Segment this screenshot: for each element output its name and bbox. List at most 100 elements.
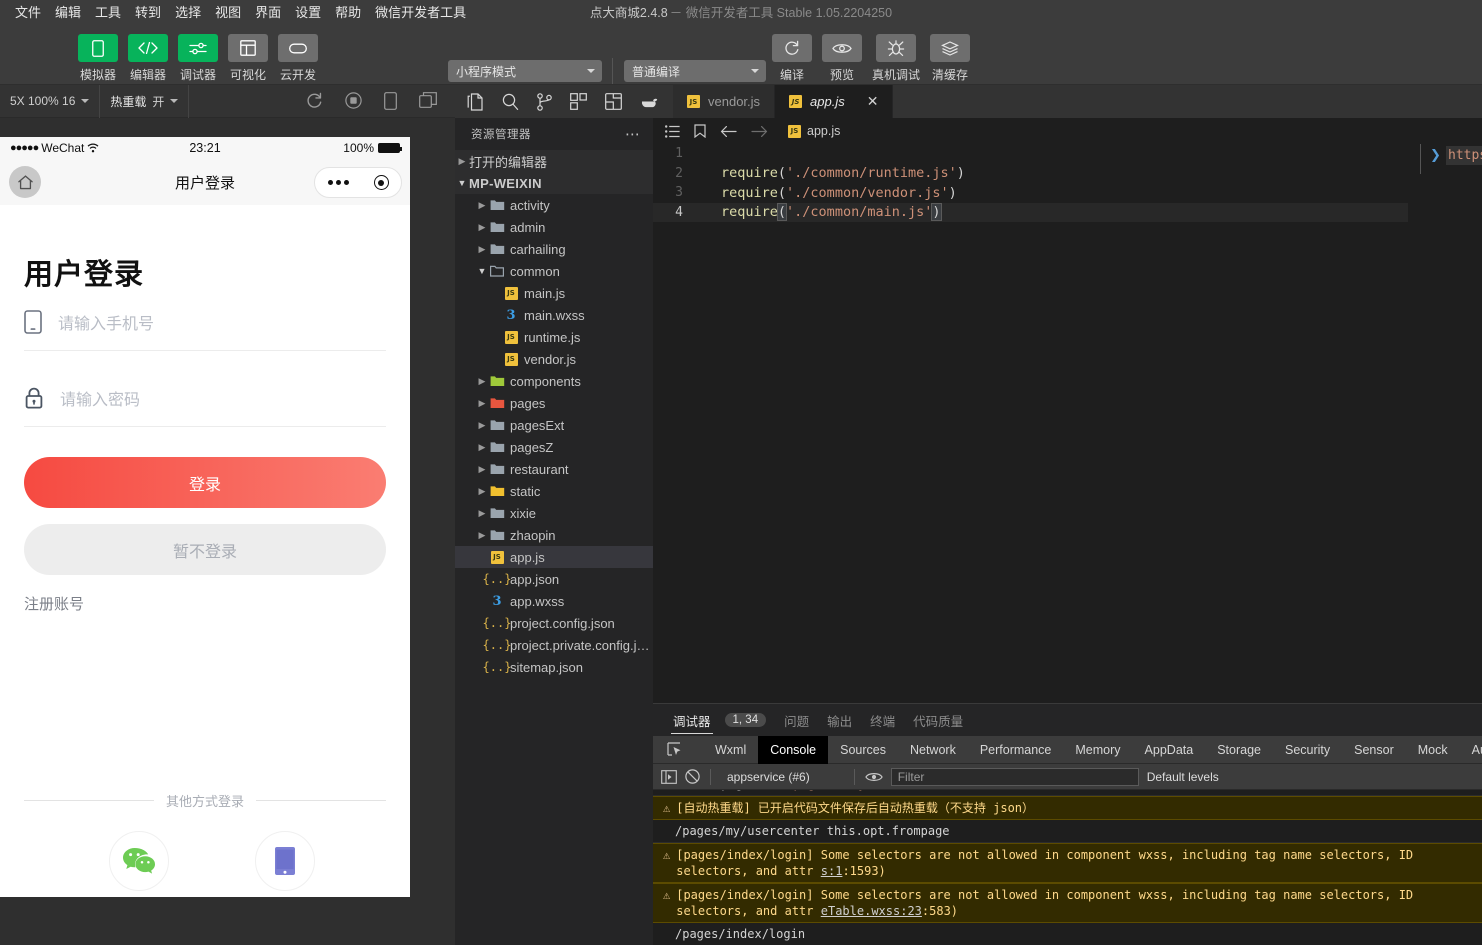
record-icon[interactable]	[345, 92, 362, 110]
console-context-select[interactable]: appservice (#6)	[721, 770, 844, 784]
toolbar-button-preview[interactable]: 预览	[822, 34, 862, 83]
tree-file[interactable]: 3 main.wxss	[455, 304, 653, 326]
compile-select[interactable]: 普通编译	[624, 60, 766, 82]
tree-file[interactable]: JS vendor.js	[455, 348, 653, 370]
menu-item-file[interactable]: 文件	[8, 0, 48, 23]
chevron-right-icon[interactable]: ▶	[475, 200, 489, 211]
code-lines[interactable]: 1 2 require('./common/runtime.js') 3 require…	[653, 144, 1482, 222]
code-line[interactable]: 2 require('./common/runtime.js')	[653, 164, 1482, 184]
tree-folder[interactable]: ▶ restaurant	[455, 458, 653, 480]
tree-folder[interactable]: ▶ carhailing	[455, 238, 653, 260]
console-message-log[interactable]: /pages/index/login	[653, 923, 1482, 945]
expand-arrow-icon[interactable]: ▶	[673, 790, 680, 792]
refresh-icon[interactable]	[306, 92, 323, 110]
console-sidebar-icon[interactable]	[661, 769, 677, 784]
toolbar-button-realdevice[interactable]: 真机调试	[872, 34, 920, 83]
console-message-warn[interactable]: ⚠ [自动热重载] 已开启代码文件保存后自动热重载（不支持 json）	[653, 796, 1482, 820]
outline-icon[interactable]	[665, 124, 680, 138]
tree-file[interactable]: JS app.js	[455, 546, 653, 568]
tree-folder[interactable]: ▶ zhaopin	[455, 524, 653, 546]
source-control-icon[interactable]	[537, 92, 552, 111]
close-target-icon[interactable]	[373, 175, 389, 190]
log-level-select[interactable]: Default levels	[1147, 770, 1224, 784]
devtools-tab-appdata[interactable]: AppData	[1133, 736, 1206, 764]
panel-tab-code-quality[interactable]: 代码质量	[907, 704, 969, 736]
back-arrow-icon[interactable]	[720, 125, 737, 138]
chevron-right-icon[interactable]: ▶	[475, 464, 489, 475]
explorer-root[interactable]: ▼ MP-WEIXIN	[455, 172, 653, 194]
clear-console-icon[interactable]	[685, 769, 700, 784]
split-window-icon[interactable]	[419, 92, 437, 110]
inspect-element-icon[interactable]	[661, 742, 687, 757]
eye-icon[interactable]	[864, 771, 883, 783]
code-editor[interactable]: JS app.js 1 2 require('./common/runtime.js…	[653, 118, 1482, 703]
menu-item-settings[interactable]: 设置	[288, 0, 328, 23]
toolbar-button-compile[interactable]: 编译	[772, 34, 812, 83]
tree-folder[interactable]: ▶ components	[455, 370, 653, 392]
more-icon[interactable]: ⋯	[625, 125, 641, 143]
chevron-right-icon[interactable]: ▶	[475, 508, 489, 519]
files-icon[interactable]	[467, 92, 484, 111]
tree-folder[interactable]: ▶ pagesExt	[455, 414, 653, 436]
tree-folder[interactable]: ▶ static	[455, 480, 653, 502]
tree-file[interactable]: {..} app.json	[455, 568, 653, 590]
devtools-tab-console[interactable]: Console	[758, 735, 829, 764]
toolbar-button-editor[interactable]: 编辑器	[128, 34, 168, 83]
skip-login-button[interactable]: 暂不登录	[24, 524, 386, 575]
chevron-right-icon[interactable]: ▶	[475, 244, 489, 255]
console-filter-input[interactable]: Filter	[890, 767, 1139, 786]
close-icon[interactable]: ✕	[867, 93, 879, 110]
chevron-down-icon[interactable]: ▼	[475, 266, 489, 276]
tree-file[interactable]: JS runtime.js	[455, 326, 653, 348]
phone-login-option[interactable]: 手机号登录	[252, 831, 318, 897]
toolbar-button-visualize[interactable]: 可视化	[228, 34, 268, 83]
devtools-tab-security[interactable]: Security	[1273, 736, 1342, 764]
register-link[interactable]: 注册账号	[24, 593, 386, 614]
menu-item-tools[interactable]: 工具	[88, 0, 128, 23]
tree-file[interactable]: {..} sitemap.json	[455, 656, 653, 678]
minimap[interactable]: ❯ https	[1408, 118, 1482, 703]
chevron-right-icon[interactable]: ▶	[475, 442, 489, 453]
wechat-login-option[interactable]: 微信登录	[106, 831, 172, 897]
panel-tab-problems[interactable]: 问题	[778, 704, 815, 736]
devtools-tab-storage[interactable]: Storage	[1205, 736, 1273, 764]
console-message-log[interactable]: /pages/my/usercenter this.opt.frompage	[653, 820, 1482, 843]
console-source-link[interactable]: eTable.wxss:23	[821, 904, 922, 918]
devtools-tab-audits[interactable]: Audits	[1460, 736, 1482, 764]
menu-item-goto[interactable]: 转到	[128, 0, 168, 23]
devtools-tab-sources[interactable]: Sources	[828, 736, 898, 764]
panel-tab-output[interactable]: 输出	[821, 704, 858, 736]
tree-folder[interactable]: ▶ xixie	[455, 502, 653, 524]
menu-item-edit[interactable]: 编辑	[48, 0, 88, 23]
console-message-warn[interactable]: ⚠ [pages/index/login] Some selectors are …	[653, 843, 1482, 883]
tree-file[interactable]: 3 app.wxss	[455, 590, 653, 612]
rotate-device-icon[interactable]	[384, 92, 397, 110]
code-line[interactable]: 3 require('./common/vendor.js')	[653, 183, 1482, 203]
chevron-right-icon[interactable]: ▶	[475, 222, 489, 233]
menu-item-help[interactable]: 帮助	[328, 0, 368, 23]
chevron-right-icon[interactable]: ▶	[475, 486, 489, 497]
devtools-tab-network[interactable]: Network	[898, 736, 968, 764]
tree-folder[interactable]: ▶ pagesZ	[455, 436, 653, 458]
chevron-right-icon[interactable]: ▶	[475, 530, 489, 541]
console-source-link[interactable]: s:1	[821, 864, 843, 878]
menu-item-devtools[interactable]: 微信开发者工具	[368, 0, 473, 23]
tab-vendor-js[interactable]: JS vendor.js	[673, 85, 776, 118]
device-select[interactable]: 5X 100% 16	[0, 84, 101, 118]
docker-icon[interactable]	[640, 95, 659, 109]
toolbar-button-simulator[interactable]: 模拟器	[78, 34, 118, 83]
console-output[interactable]: /pages/my/usercenter▶{frompage: "%2Fpage…	[653, 790, 1482, 945]
chevron-right-icon[interactable]: ▶	[475, 420, 489, 431]
devtools-tab-performance[interactable]: Performance	[968, 736, 1064, 764]
tree-folder[interactable]: ▼ common	[455, 260, 653, 282]
password-field[interactable]: 请输入密码	[24, 369, 386, 427]
tree-file[interactable]: JS main.js	[455, 282, 653, 304]
code-line[interactable]: 4 require('./common/main.js')	[653, 202, 1482, 222]
menu-item-select[interactable]: 选择	[168, 0, 208, 23]
devtools-tab-memory[interactable]: Memory	[1063, 736, 1132, 764]
code-line[interactable]: 1	[653, 144, 1482, 164]
home-icon[interactable]	[9, 166, 41, 198]
toolbar-button-clearcache[interactable]: 清缓存	[930, 34, 971, 83]
more-icon[interactable]	[327, 180, 349, 185]
breadcrumb-file[interactable]: JS app.js	[788, 124, 840, 138]
